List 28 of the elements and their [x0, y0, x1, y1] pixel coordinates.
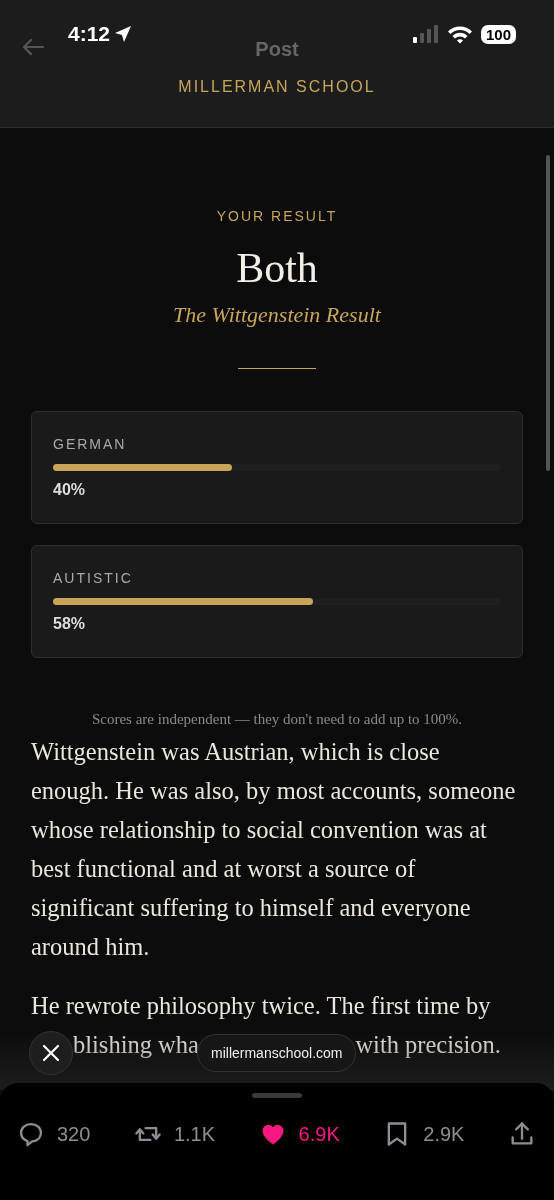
like-action[interactable]: 6.9K	[258, 1120, 340, 1148]
sheet-handle[interactable]	[252, 1093, 302, 1098]
speech-bubble-icon	[17, 1120, 45, 1148]
paragraph-fragment: with precision.	[355, 1030, 501, 1060]
signal-icon	[412, 25, 439, 43]
result-eyebrow: YOUR RESULT	[215, 208, 339, 224]
paragraph-fragment: blishing wha	[73, 1030, 199, 1060]
reply-action[interactable]: 320	[17, 1120, 91, 1148]
bookmark-action[interactable]: 2.9K	[383, 1120, 465, 1148]
location-arrow-icon	[114, 25, 133, 43]
url-pill[interactable]: millermanschool.com	[197, 1034, 357, 1072]
status-time: 4:12	[68, 22, 111, 46]
close-icon	[41, 1043, 61, 1063]
brand-name: MILLERMAN SCHOOL	[177, 78, 377, 96]
score-value: 58%	[53, 615, 87, 633]
body-paragraph: Wittgenstein was Austrian, which is close enough. He was also, by most accounts, someone whose relationship to social convention was at best functional and at worst a source of significant suffering to himself and everyone around him.	[31, 737, 517, 962]
score-label: GERMAN	[53, 436, 128, 452]
result-title: Both	[235, 244, 319, 292]
score-value: 40%	[53, 481, 87, 499]
scores-note: Scores are independent — they don't need to add up to 100%.	[90, 711, 464, 728]
score-label: AUTISTIC	[53, 570, 134, 586]
paragraph-line: He rewrote philosophy twice. The first time by	[31, 991, 492, 1021]
repost-action[interactable]: 1.1K	[133, 1120, 216, 1148]
battery-indicator: 100	[480, 24, 516, 44]
nav-title: Post	[255, 38, 299, 61]
wifi-icon	[446, 24, 473, 44]
close-button[interactable]	[29, 1031, 73, 1075]
result-subtitle: The Wittgenstein Result	[172, 302, 383, 328]
